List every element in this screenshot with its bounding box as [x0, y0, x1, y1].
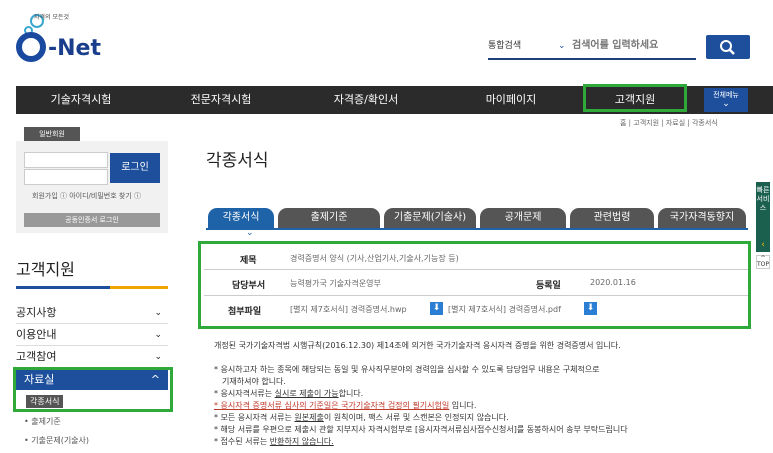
sidebar-item-label: 이용안내 — [16, 328, 57, 341]
note-line: * 해당 서류를 우편으로 제출시 관할 지부지사 자격시험부로 [응시자격서류… — [214, 425, 628, 434]
tab-underline — [206, 228, 748, 230]
note-emphasis: * 응시자격 증명서류 심사의 기준일은 국가기술자격 검정의 필기시험일 — [214, 401, 450, 410]
page-title: 각종서식 — [206, 151, 269, 171]
tab-forms[interactable]: 각종서식 — [208, 208, 274, 228]
nav-item-pro-exam[interactable]: 전문자격시험 — [156, 86, 286, 114]
sidebar-title-accent — [110, 286, 168, 289]
search-button[interactable] — [706, 35, 750, 59]
top-button[interactable]: ^ TOP — [756, 255, 770, 269]
chevron-down-icon: ⌄ — [154, 330, 162, 340]
note-line: * 응시자격서류는 실시로 제출이 가능합니다. — [214, 388, 363, 399]
chevron-down-icon: ⌄ — [558, 41, 566, 51]
sidebar-item-label: 고객참여 — [16, 350, 57, 363]
note-text: 합니다. — [338, 389, 364, 398]
note-emphasis: 실시로 제출이 가능 — [274, 389, 339, 398]
note-line: * 접수된 서류는 반환하지 않습니다. — [214, 436, 334, 447]
highlight-resources — [13, 367, 173, 412]
sidebar-item-guide[interactable]: 이용안내 ⌄ — [16, 325, 168, 346]
tab-criteria[interactable]: 출제기준 — [278, 208, 380, 228]
logo-tagline: 자격의 모든것 — [34, 14, 70, 21]
search-scope-label: 통합검색 — [488, 41, 522, 51]
tab-laws[interactable]: 관련법령 — [570, 208, 654, 228]
search-input[interactable] — [572, 36, 696, 56]
note-emphasis: 반환하지 않습니다. — [269, 437, 334, 446]
logo-text[interactable]: -Net — [48, 36, 101, 61]
nav-item-mypage[interactable]: 마이페이지 — [446, 86, 576, 114]
logo-q[interactable] — [16, 32, 46, 62]
note-text: * 응시자격서류는 — [214, 389, 275, 398]
cert-login-button[interactable]: 공동인증서 로그인 — [24, 213, 160, 227]
login-id-field[interactable] — [24, 152, 108, 168]
note-line: * 모든 응시자격 서류는 원본제출이 원칙이며, 팩스 서류 및 스캔본은 인… — [214, 412, 509, 423]
top-label: TOP — [757, 261, 770, 268]
chevron-down-icon: ⌄ — [722, 99, 730, 109]
login-button[interactable]: 로그인 — [110, 153, 160, 183]
tab-trends[interactable]: 국가자격동향지 — [658, 208, 746, 228]
note-text: * 접수된 서류는 — [214, 437, 270, 446]
sub-item-label: 기출문제(기술사) — [31, 436, 90, 445]
nav-item-tech-exam[interactable]: 기술자격시험 — [16, 86, 146, 114]
sub-item-label: 출제기준 — [31, 417, 61, 426]
search-icon — [720, 40, 735, 55]
sub-item-past-exams[interactable]: • 기출문제(기술사) — [24, 435, 89, 446]
login-tab[interactable]: 일반회원 — [24, 127, 80, 141]
all-menu-button[interactable]: 전체메뉴 ⌄ — [704, 88, 748, 112]
note-text: 이 원칙이며, 팩스 서류 및 스캔본은 인정되지 않습니다. — [323, 413, 509, 422]
login-links[interactable]: 회원가입 ⓘ 아이디/비밀번호 찾기 ⓘ — [32, 191, 141, 201]
search-scope-select[interactable]: 통합검색 ⌄ — [488, 36, 568, 56]
highlight-customer-support — [583, 84, 687, 112]
chevron-down-icon: ⌄ — [154, 352, 162, 362]
intro-text: 개정된 국가기술자격법 시행규칙(2016.12.30) 제14조에 의거한 국… — [214, 341, 621, 350]
sidebar-item-label: 공지사항 — [16, 306, 57, 319]
chevron-left-icon[interactable]: ‹ — [756, 240, 770, 252]
note-line: * 응시하고자 하는 종목에 해당되는 동일 및 유사직무분야의 경력임을 심사… — [214, 365, 600, 374]
search-underline — [488, 58, 696, 60]
tab-public-questions[interactable]: 공개문제 — [480, 208, 566, 228]
note-text: 입니다. — [449, 401, 477, 410]
tab-past-exams[interactable]: 기출문제(기술사) — [384, 208, 476, 228]
sub-item-criteria[interactable]: • 출제기준 — [24, 416, 61, 427]
nav-item-certificate[interactable]: 자격증/확인서 — [296, 86, 436, 114]
sidebar-title: 고객지원 — [16, 260, 75, 279]
chevron-down-icon: ⌄ — [154, 308, 162, 318]
note-emphasis: 원본제출 — [294, 413, 324, 422]
note-text: * 모든 응시자격 서류는 — [214, 413, 295, 422]
sidebar-item-participation[interactable]: 고객참여 ⌄ — [16, 347, 168, 368]
note-line: 기재하셔야 합니다. — [222, 377, 286, 386]
note-line: * 응시자격 증명서류 심사의 기준일은 국가기술자격 검정의 필기시험일 입니… — [214, 400, 476, 411]
sidebar-item-notice[interactable]: 공지사항 ⌄ — [16, 303, 168, 324]
breadcrumb: 홈 | 고객지원 | 자료실 | 각종서식 — [620, 119, 718, 127]
highlight-info-table — [198, 241, 751, 329]
login-password-field[interactable] — [24, 169, 108, 185]
